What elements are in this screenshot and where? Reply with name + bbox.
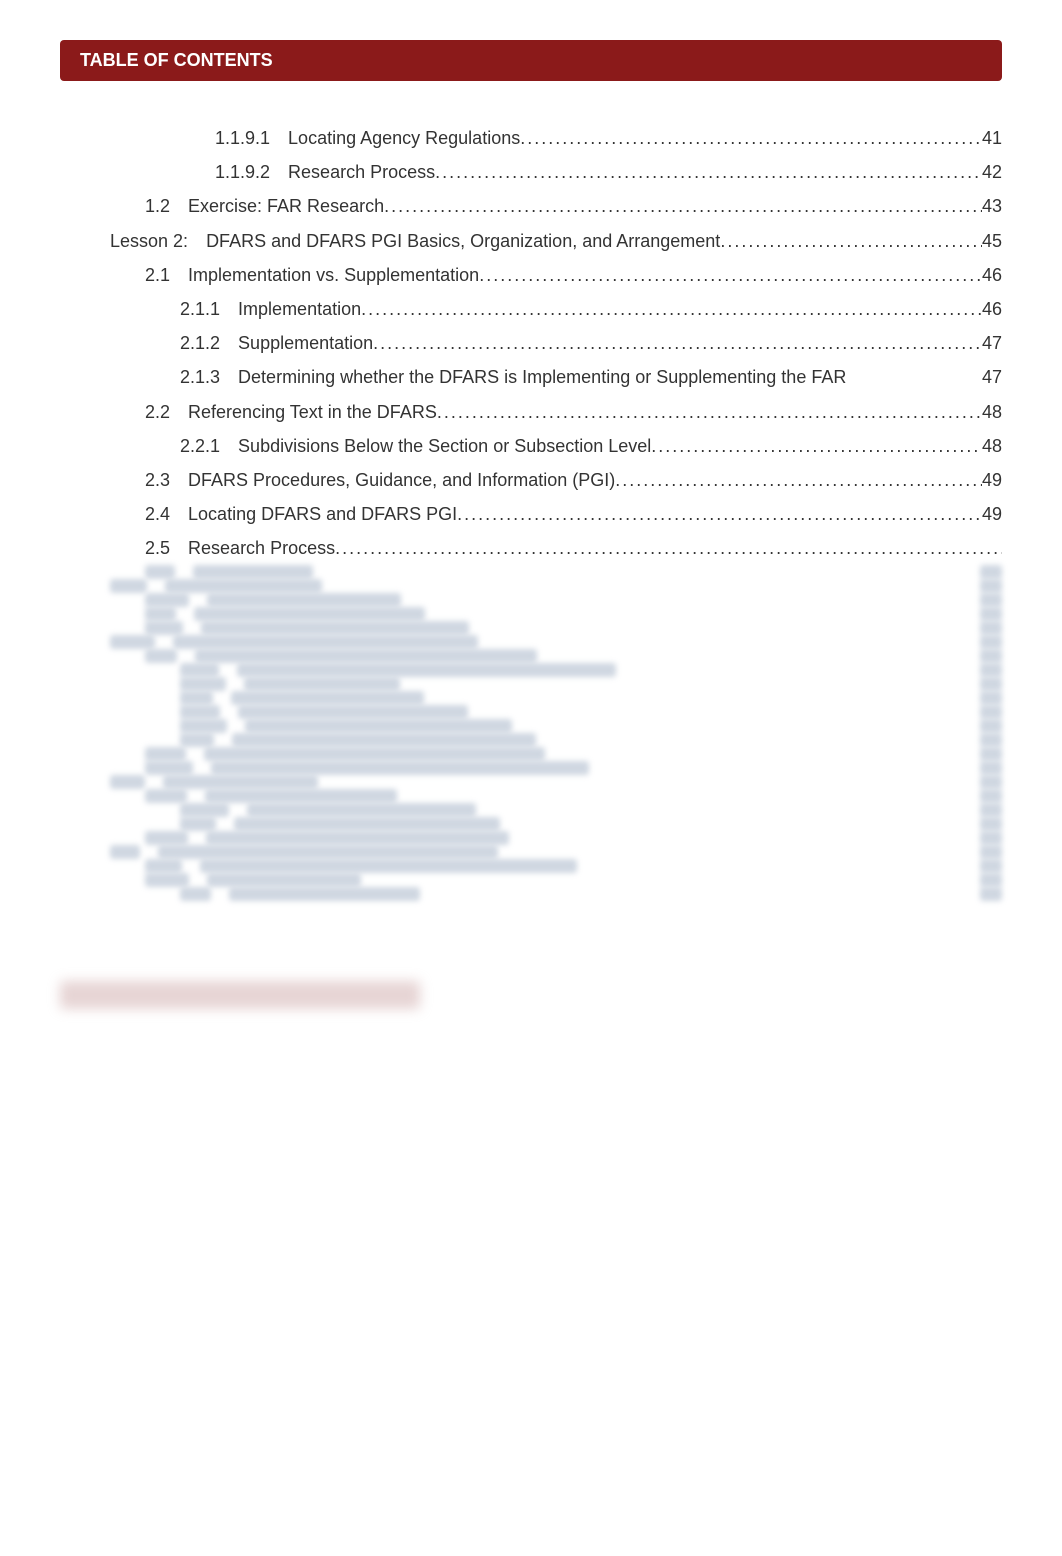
footer-bar-blurred [60, 981, 420, 1009]
toc-row-blurred [60, 845, 1002, 859]
toc-leader-dots [437, 395, 982, 429]
toc-row-blurred [60, 873, 1002, 887]
toc-row-blurred [60, 663, 1002, 677]
toc-row-blurred [60, 803, 1002, 817]
toc-row: 1.1.9.2 Research Process 42 [60, 155, 1002, 189]
toc-row-blurred [60, 705, 1002, 719]
toc-leader-dots [435, 155, 982, 189]
toc-row: 2.1 Implementation vs. Supplementation 46 [60, 258, 1002, 292]
toc-leader-dots [520, 121, 982, 155]
toc-row: 2.4 Locating DFARS and DFARS PGI 49 [60, 497, 1002, 531]
toc-leader-dots [373, 326, 982, 360]
toc-row: 1.1.9.1 Locating Agency Regulations 41 [60, 121, 1002, 155]
toc-row-blurred [60, 817, 1002, 831]
toc-leader-dots [720, 224, 982, 258]
toc-page-number: 45 [982, 224, 1002, 258]
toc-title: DFARS Procedures, Guidance, and Informat… [188, 463, 615, 497]
toc-row-blurred [60, 775, 1002, 789]
toc-page-number: 46 [982, 292, 1002, 326]
toc-row: 2.2 Referencing Text in the DFARS 48 [60, 395, 1002, 429]
toc-number: 2.5 [145, 531, 170, 565]
toc-row-blurred [60, 565, 1002, 579]
toc-list: 1.1.9.1Locating Agency Regulations411.1.… [60, 121, 1002, 565]
toc-number: 2.2.1 [180, 429, 220, 463]
toc-page-number: 48 [982, 429, 1002, 463]
toc-title: Implementation [238, 292, 361, 326]
toc-page-number: 43 [982, 189, 1002, 223]
toc-page-number: 48 [982, 395, 1002, 429]
toc-leader-dots [384, 189, 982, 223]
toc-row-blurred [60, 887, 1002, 901]
toc-row-blurred [60, 761, 1002, 775]
toc-row: 1.2 Exercise: FAR Research 43 [60, 189, 1002, 223]
toc-page-number: 47 [982, 326, 1002, 360]
toc-title: Locating Agency Regulations [288, 121, 520, 155]
toc-leader-dots [479, 258, 982, 292]
blurred-toc-area [60, 565, 1002, 901]
toc-leader-dots [457, 497, 982, 531]
toc-number: 1.1.9.2 [215, 155, 270, 189]
toc-number: 2.1.2 [180, 326, 220, 360]
toc-leader-dots [361, 292, 982, 326]
toc-row-blurred [60, 831, 1002, 845]
toc-row-blurred [60, 747, 1002, 761]
toc-title: Exercise: FAR Research [188, 189, 384, 223]
header-title: TABLE OF CONTENTS [80, 50, 273, 70]
toc-number: 2.3 [145, 463, 170, 497]
toc-row: 2.1.2 Supplementation 47 [60, 326, 1002, 360]
toc-number: Lesson 2: [110, 224, 188, 258]
toc-row-blurred [60, 789, 1002, 803]
toc-title: Research Process [288, 155, 435, 189]
toc-row-blurred [60, 579, 1002, 593]
toc-row: 2.1.1 Implementation 46 [60, 292, 1002, 326]
toc-row-blurred [60, 607, 1002, 621]
toc-row-blurred [60, 733, 1002, 747]
toc-title: Implementation vs. Supplementation [188, 258, 479, 292]
toc-number: 1.1.9.1 [215, 121, 270, 155]
toc-number: 2.1.1 [180, 292, 220, 326]
toc-row-blurred [60, 593, 1002, 607]
toc-leader-dots [335, 531, 1002, 565]
toc-row-blurred [60, 677, 1002, 691]
toc-page-number: 49 [982, 497, 1002, 531]
toc-title: Referencing Text in the DFARS [188, 395, 437, 429]
toc-page-number: 46 [982, 258, 1002, 292]
toc-title: Research Process [188, 531, 335, 565]
toc-row: 2.5 Research Process [60, 531, 1002, 565]
toc-number: 1.2 [145, 189, 170, 223]
toc-row-blurred [60, 635, 1002, 649]
toc-number: 2.1 [145, 258, 170, 292]
header-bar: TABLE OF CONTENTS [60, 40, 1002, 81]
toc-title: Locating DFARS and DFARS PGI [188, 497, 457, 531]
toc-row-blurred [60, 691, 1002, 705]
toc-number: 2.2 [145, 395, 170, 429]
toc-title: Subdivisions Below the Section or Subsec… [238, 429, 651, 463]
toc-page-number: 41 [982, 121, 1002, 155]
toc-row: 2.1.3 Determining whether the DFARS is Im… [60, 360, 1002, 394]
toc-title: Determining whether the DFARS is Impleme… [238, 360, 846, 394]
toc-row-blurred [60, 621, 1002, 635]
toc-leader-dots [651, 429, 982, 463]
toc-row-blurred [60, 649, 1002, 663]
toc-page-number: 49 [982, 463, 1002, 497]
toc-title: Supplementation [238, 326, 373, 360]
toc-title: DFARS and DFARS PGI Basics, Organization… [206, 224, 720, 258]
toc-page-number: 47 [982, 360, 1002, 394]
toc-number: 2.4 [145, 497, 170, 531]
toc-leader-dots [615, 463, 982, 497]
toc-number: 2.1.3 [180, 360, 220, 394]
toc-page-number: 42 [982, 155, 1002, 189]
toc-row: 2.3 DFARS Procedures, Guidance, and Infor… [60, 463, 1002, 497]
toc-row-blurred [60, 719, 1002, 733]
toc-row: 2.2.1 Subdivisions Below the Section or S… [60, 429, 1002, 463]
document-page: TABLE OF CONTENTS 1.1.9.1 Locating Agency… [0, 0, 1062, 1069]
toc-row-blurred [60, 859, 1002, 873]
toc-row: Lesson 2: DFARS and DFARS PGI Basics, Org… [60, 224, 1002, 258]
